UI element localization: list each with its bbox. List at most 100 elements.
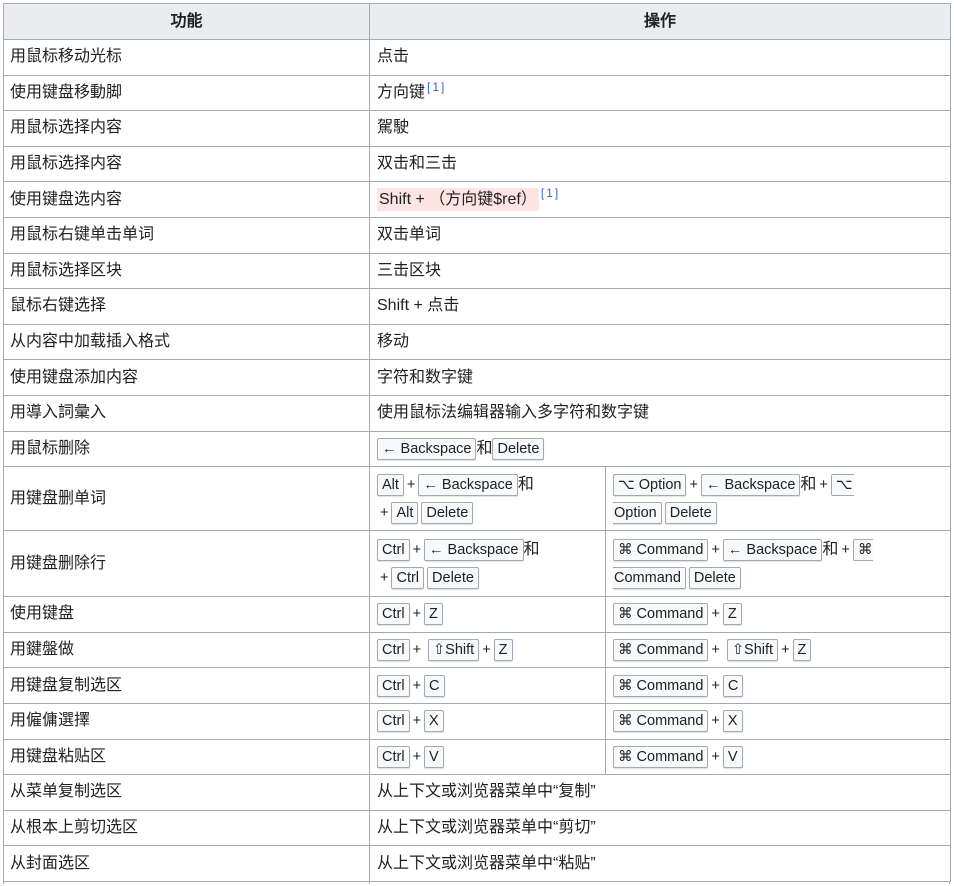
key-backspace: ← Backspace [424, 538, 524, 561]
plus-sign: + [711, 677, 720, 694]
mac-shortcut-cell: ⌘ Command + C [604, 667, 952, 704]
table-row: 用键盘复制选区 Ctrl + C ⌘ Command + C [3, 667, 952, 704]
windows-shortcut-cell: Alt + ← Backspace 和 + Alt Delete [369, 466, 606, 532]
table-row: 用僱傭選擇 Ctrl + X ⌘ Command + X [3, 702, 952, 740]
key-c: C [424, 674, 445, 697]
key-command-part: ⌘ [852, 538, 874, 561]
function-cell: 用鼠标删除 [3, 430, 370, 468]
and-text: 和 [822, 540, 839, 558]
reference-link[interactable]: [1] [541, 186, 560, 200]
function-cell: 从菜单复制选区 [3, 774, 370, 811]
key-command: ⌘ Command [613, 745, 709, 768]
operation-cell: Shift + 点击 [368, 288, 952, 325]
windows-shortcut-cell: Ctrl + Z [369, 596, 606, 633]
key-option-part: Option [613, 501, 662, 524]
function-cell: 用鼠标移动光标 [3, 39, 370, 76]
table-row: 用鼠标选择区块 三击区块 [3, 252, 952, 290]
shortcut: Ctrl + V [377, 743, 598, 771]
function-cell: 使用键盘选内容 [3, 181, 370, 218]
function-cell: 从封面选区 [3, 845, 370, 882]
operation-cell: Shift + （方向键$ref） [1] [368, 181, 952, 218]
plus-sign: + [406, 476, 416, 493]
windows-shortcut-cell: Ctrl + X [369, 702, 606, 740]
shortcut: ⌘ Command + ⇧Shift + Z [613, 636, 943, 664]
table-row: 使用键盘添加内容 字符和数字键 [3, 359, 952, 396]
key-command: ⌘ Command [613, 603, 709, 626]
key-delete: Delete [664, 501, 717, 524]
key-command: ⌘ Command [613, 538, 709, 561]
plus-sign: + [412, 677, 422, 694]
function-cell: 用僱傭選擇 [3, 702, 370, 740]
shortcut: Ctrl + Z [377, 600, 598, 628]
and-text: 和 [517, 475, 534, 493]
key-backspace: ← Backspace [722, 538, 823, 561]
table-row: 从根本上剪切选区 从上下文或浏览器菜单中“剪切” [3, 809, 952, 847]
function-cell: 使用键盘 [3, 596, 370, 633]
plus-sign: + [412, 748, 422, 765]
function-cell: 从根本上剪切选区 [3, 809, 370, 847]
plus-sign: + [711, 748, 720, 765]
mac-shortcut-cell: ⌘ Command + X [604, 702, 952, 740]
operation-cell: 移动 [368, 323, 952, 361]
and-text: 和 [476, 439, 493, 457]
windows-shortcut-cell: Ctrl + ⇧Shift + Z [369, 631, 606, 669]
table-row: 从内容中加载插入格式 移动 [3, 323, 952, 361]
function-cell: 用鼠标选择区块 [3, 252, 370, 290]
windows-shortcut-cell: Ctrl + ← Backspace 和 + Ctrl Delete [369, 530, 606, 598]
function-cell: 用鼠标选择内容 [3, 145, 370, 183]
plus-sign: + [380, 569, 389, 586]
key-delete: Delete [427, 566, 479, 589]
plus-sign: + [412, 606, 422, 623]
function-cell: 用键盘删除行 [3, 530, 370, 598]
shortcut-table: 功能 操作 用鼠标移动光标 点击 使用键盘移動脚 方向键 [1] 用鼠标选择内容 … [3, 3, 952, 882]
key-v: V [424, 745, 444, 768]
key-c: C [722, 674, 744, 697]
plus-sign: + [689, 476, 698, 493]
shortcut-line: + Ctrl Delete [377, 564, 598, 592]
shortcut: ← Backspace 和 Delete [377, 435, 943, 463]
shortcut: Ctrl + C [377, 672, 598, 700]
key-command: ⌘ Command [613, 639, 709, 662]
plus-sign: + [711, 713, 720, 730]
table-row: 使用键盘 Ctrl + Z ⌘ Command + Z [3, 596, 952, 633]
table-row: 鼠标右键选择 Shift + 点击 [3, 288, 952, 325]
operation-text: 方向键 [377, 83, 426, 101]
key-shift: ⇧Shift [726, 639, 779, 662]
plus-sign: + [482, 642, 491, 659]
key-ctrl: Ctrl [377, 745, 410, 768]
table-row: 用鼠标选择内容 双击和三击 [3, 145, 952, 183]
key-ctrl: Ctrl [391, 566, 425, 589]
key-x: X [424, 710, 444, 733]
mac-shortcut-cell: ⌘ Command + ⇧Shift + Z [604, 631, 952, 669]
key-delete: Delete [688, 566, 741, 589]
key-ctrl: Ctrl [377, 639, 410, 662]
function-cell: 用键盘粘贴区 [3, 738, 370, 776]
key-alt: Alt [377, 473, 404, 496]
shortcut: ⌘ Command + Z [613, 600, 943, 628]
reference-link[interactable]: [1] [427, 80, 446, 94]
table-row: 用鼠标移动光标 点击 [3, 39, 952, 76]
table-row: 用鼠标删除 ← Backspace 和 Delete [3, 430, 952, 468]
key-z: Z [722, 603, 742, 626]
key-command: ⌘ Command [613, 710, 709, 733]
column-divider [369, 881, 370, 884]
plus-sign: + [841, 541, 850, 558]
shortcut-line: Alt + ← Backspace 和 [377, 471, 598, 499]
shortcut-line: ⌘ Command + ← Backspace 和 + ⌘ [613, 536, 943, 564]
function-cell: 使用键盘添加内容 [3, 359, 370, 396]
plus-sign: + [412, 713, 422, 730]
windows-shortcut-cell: Ctrl + V [369, 738, 606, 776]
mac-shortcut-cell: ⌘ Command + V [604, 738, 952, 776]
table-header-row: 功能 操作 [3, 3, 952, 40]
key-delete: Delete [421, 501, 474, 524]
function-cell: 用鼠标选择内容 [3, 110, 370, 147]
plus-sign: + [711, 606, 720, 623]
column-header-operation: 操作 [368, 3, 952, 40]
key-z: Z [792, 639, 812, 662]
function-cell: 使用键盘移動脚 [3, 74, 370, 112]
mac-shortcut-cell: ⌥ Option + ← Backspace 和 + ⌥ Option Delete [604, 466, 952, 532]
key-option: ⌥ Option [613, 473, 687, 496]
plus-sign: + [819, 476, 828, 493]
table-row: 使用键盘移動脚 方向键 [1] [3, 74, 952, 112]
function-cell: 用键盘复制选区 [3, 667, 370, 704]
